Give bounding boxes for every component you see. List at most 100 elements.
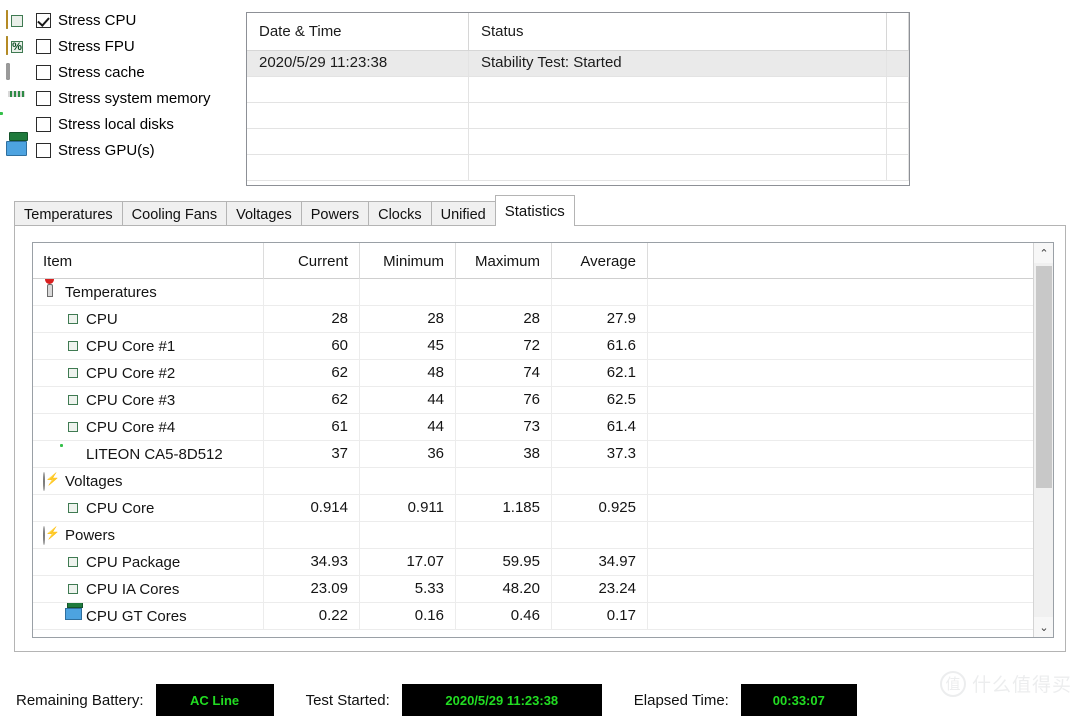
statistics-category-row[interactable]: Voltages: [33, 468, 1033, 495]
stat-cell-average: 61.6: [552, 333, 648, 360]
statistics-item-row[interactable]: CPU Package 34.93 17.07 59.95 34.97: [33, 549, 1033, 576]
stress-option-row[interactable]: Stress local disks: [6, 112, 246, 137]
stat-cell-current: 61: [264, 414, 360, 441]
stat-cell-item: Powers: [33, 522, 264, 549]
scroll-up-icon[interactable]: ⌃: [1034, 243, 1053, 263]
stat-cell-maximum: [456, 522, 552, 549]
stress-option-checkbox[interactable]: [36, 13, 51, 28]
stat-cell-filler: [648, 495, 1033, 522]
stress-option-label: Stress FPU: [58, 38, 135, 55]
stat-cell-item: CPU: [33, 306, 264, 333]
stat-cell-maximum: 74: [456, 360, 552, 387]
log-col-status[interactable]: Status: [469, 13, 887, 51]
stat-cell-minimum: [360, 468, 456, 495]
tab-cooling-fans[interactable]: Cooling Fans: [121, 201, 228, 228]
stat-item-label: Voltages: [65, 472, 123, 490]
stat-cell-minimum: 5.33: [360, 576, 456, 603]
elapsed-time-value: 00:33:07: [740, 684, 857, 716]
statistics-item-row[interactable]: CPU 28 28 28 27.9: [33, 306, 1033, 333]
stat-cell-average: [552, 522, 648, 549]
stat-cell-current: 0.22: [264, 603, 360, 630]
stat-cell-current: 37: [264, 441, 360, 468]
stat-cell-minimum: 45: [360, 333, 456, 360]
scrollbar-thumb[interactable]: [1036, 266, 1052, 488]
stress-option-label: Stress system memory: [58, 90, 211, 107]
tab-unified[interactable]: Unified: [430, 201, 496, 228]
statistics-item-row[interactable]: CPU Core #4 61 44 73 61.4: [33, 414, 1033, 441]
stat-cell-minimum: 44: [360, 414, 456, 441]
tab-clocks[interactable]: Clocks: [368, 201, 432, 228]
stat-col-maximum[interactable]: Maximum: [456, 243, 552, 279]
stat-col-minimum[interactable]: Minimum: [360, 243, 456, 279]
statistics-vertical-scrollbar[interactable]: ⌃ ⌄: [1033, 243, 1053, 637]
log-cell-extra: [887, 51, 909, 77]
log-row[interactable]: [247, 103, 909, 129]
stat-cell-minimum: 0.16: [360, 603, 456, 630]
remaining-battery-label: Remaining Battery:: [16, 691, 144, 709]
log-row[interactable]: [247, 155, 909, 181]
stat-cell-minimum: 44: [360, 387, 456, 414]
log-row[interactable]: 2020/5/29 11:23:38 Stability Test: Starte…: [247, 51, 909, 77]
stat-cell-minimum: 17.07: [360, 549, 456, 576]
statistics-item-row[interactable]: CPU Core #1 60 45 72 61.6: [33, 333, 1033, 360]
stat-cell-filler: [648, 522, 1033, 549]
stat-col-item[interactable]: Item: [33, 243, 264, 279]
stat-cell-minimum: 48: [360, 360, 456, 387]
stress-option-checkbox[interactable]: [36, 39, 51, 54]
log-row[interactable]: [247, 77, 909, 103]
statistics-item-row[interactable]: LITEON CA5-8D512 37 36 38 37.3: [33, 441, 1033, 468]
stat-cell-filler: [648, 360, 1033, 387]
stress-option-label: Stress local disks: [58, 116, 174, 133]
stat-cell-filler: [648, 549, 1033, 576]
stat-cell-maximum: 38: [456, 441, 552, 468]
stability-log-grid[interactable]: Date & Time Status 2020/5/29 11:23:38 Sta…: [246, 12, 910, 186]
statistics-category-row[interactable]: Temperatures: [33, 279, 1033, 306]
tab-voltages[interactable]: Voltages: [226, 201, 302, 228]
stat-cell-current: [264, 468, 360, 495]
stat-cell-current: 23.09: [264, 576, 360, 603]
stat-cell-maximum: 1.185: [456, 495, 552, 522]
log-row[interactable]: [247, 129, 909, 155]
stat-col-current[interactable]: Current: [264, 243, 360, 279]
site-watermark: 值 什么值得买: [939, 670, 1072, 697]
stress-option-checkbox[interactable]: [36, 91, 51, 106]
stat-cell-current: 60: [264, 333, 360, 360]
memory-module-icon: [6, 89, 28, 109]
stat-cell-average: 27.9: [552, 306, 648, 333]
stress-option-row[interactable]: Stress cache: [6, 60, 246, 85]
stat-item-label: CPU Core #4: [86, 418, 176, 436]
scroll-down-icon[interactable]: ⌄: [1034, 617, 1053, 637]
stat-cell-filler: [648, 441, 1033, 468]
stress-option-row[interactable]: Stress FPU: [6, 34, 246, 59]
cpu-chip-icon: [65, 392, 81, 408]
tab-temperatures[interactable]: Temperatures: [14, 201, 123, 228]
stress-option-checkbox[interactable]: [36, 65, 51, 80]
statistics-tab-panel: Item Current Minimum Maximum Average Tem…: [14, 225, 1066, 652]
stat-item-label: CPU: [86, 310, 118, 328]
statistics-item-row[interactable]: CPU Core 0.914 0.911 1.185 0.925: [33, 495, 1033, 522]
stress-option-row[interactable]: Stress GPU(s): [6, 138, 246, 163]
statistics-item-row[interactable]: CPU IA Cores 23.09 5.33 48.20 23.24: [33, 576, 1033, 603]
log-cell-extra: [887, 155, 909, 181]
stat-col-average[interactable]: Average: [552, 243, 648, 279]
log-col-extra[interactable]: [887, 13, 909, 51]
log-cell-status: Stability Test: Started: [469, 51, 887, 77]
log-col-datetime[interactable]: Date & Time: [247, 13, 469, 51]
statistics-item-row[interactable]: CPU Core #3 62 44 76 62.5: [33, 387, 1033, 414]
statistics-category-row[interactable]: Powers: [33, 522, 1033, 549]
stress-option-row[interactable]: Stress CPU: [6, 8, 246, 33]
cpu-chip-icon: [6, 9, 28, 31]
tab-powers[interactable]: Powers: [300, 201, 370, 228]
thermometer-icon: [43, 284, 60, 301]
stat-item-label: CPU Core #3: [86, 391, 176, 409]
tab-statistics[interactable]: Statistics: [494, 195, 575, 226]
stress-option-row[interactable]: Stress system memory: [6, 86, 246, 111]
stat-cell-average: 62.1: [552, 360, 648, 387]
stress-option-label: Stress CPU: [58, 12, 137, 29]
stress-option-checkbox[interactable]: [36, 143, 51, 158]
stat-item-label: CPU IA Cores: [86, 580, 180, 598]
stress-option-checkbox[interactable]: [36, 117, 51, 132]
statistics-item-row[interactable]: CPU GT Cores 0.22 0.16 0.46 0.17: [33, 603, 1033, 630]
statistics-item-row[interactable]: CPU Core #2 62 48 74 62.1: [33, 360, 1033, 387]
gpu-card-icon: [6, 141, 28, 161]
